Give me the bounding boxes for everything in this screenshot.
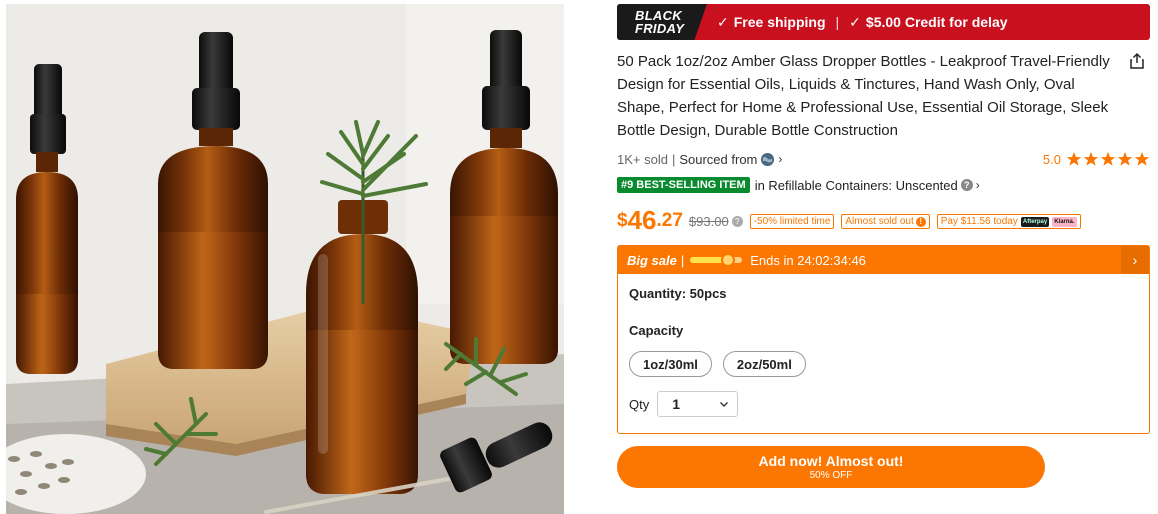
sale-countdown: Ends in 24:02:34:46 [750, 252, 866, 268]
capacity-options: 1oz/30ml 2oz/50ml [629, 351, 1138, 377]
sale-progress-bar [690, 253, 743, 267]
category-link[interactable]: in Refillable Containers: Unscented [755, 178, 958, 193]
big-sale-header[interactable]: Big sale | Ends in 24:02:34:46 › [618, 246, 1149, 274]
check-icon: ✓ [717, 13, 729, 30]
rating-value: 5.0 [1042, 151, 1061, 167]
globe-icon [761, 152, 775, 166]
credit-label: $5.00 Credit for delay [865, 14, 1008, 30]
stock-tag[interactable]: Almost sold out ! [841, 214, 930, 229]
discount-tag: -50% limited time [749, 214, 835, 229]
sale-separator: | [680, 252, 685, 268]
pay-later-tag[interactable]: Pay $11.56 today Afterpay Klarna. [936, 214, 1081, 229]
product-info-panel: BLACK FRIDAY ✓ Free shipping | ✓ $5.00 C… [617, 4, 1150, 488]
bestseller-badge: #9 BEST-SELLING ITEM [617, 177, 750, 193]
title-row: 50 Pack 1oz/2oz Amber Glass Dropper Bott… [617, 50, 1150, 142]
promo-banner[interactable]: BLACK FRIDAY ✓ Free shipping | ✓ $5.00 C… [617, 4, 1150, 40]
original-price: $93.00 [688, 214, 729, 229]
current-price: $ 46 .27 [617, 206, 683, 234]
qty-row: Qty 1 [629, 391, 1138, 417]
black-friday-line2: FRIDAY [635, 21, 685, 36]
big-sale-label: Big sale [627, 252, 677, 268]
star-icon [1134, 152, 1150, 166]
bestseller-row[interactable]: #9 BEST-SELLING ITEM in Refillable Conta… [617, 176, 1150, 194]
promo-separator: | [835, 14, 840, 30]
stock-tag-label: Almost sold out [845, 216, 914, 227]
credit-item: ✓ $5.00 Credit for delay [849, 14, 1007, 31]
question-icon[interactable]: ? [960, 179, 973, 191]
qty-select[interactable]: 1 [657, 391, 739, 417]
product-photo-illustration [6, 4, 564, 514]
free-shipping-label: Free shipping [733, 14, 826, 30]
alert-icon: ! [915, 216, 926, 227]
sold-count: 1K+ sold [617, 151, 668, 167]
chevron-right-icon[interactable]: › [976, 178, 980, 192]
black-friday-badge: BLACK FRIDAY [617, 4, 707, 40]
sourced-from-link[interactable]: Sourced from [679, 152, 757, 167]
add-to-cart-label: Add now! Almost out! [758, 452, 904, 469]
meta-separator: | [671, 151, 676, 167]
star-icon [1083, 152, 1099, 166]
chevron-right-icon[interactable]: › [778, 152, 782, 166]
star-rating [1065, 151, 1150, 167]
sale-progress-knob [720, 253, 735, 267]
qty-value: 1 [672, 396, 681, 412]
price-row: $ 46 .27 $93.00 ? -50% limited time Almo… [617, 204, 1150, 234]
free-shipping-item: ✓ Free shipping [717, 14, 826, 31]
product-title: 50 Pack 1oz/2oz Amber Glass Dropper Bott… [617, 53, 1110, 139]
afterpay-logo: Afterpay [1020, 216, 1050, 227]
check-icon: ✓ [849, 13, 861, 30]
product-image[interactable] [6, 4, 564, 514]
add-to-cart-button[interactable]: Add now! Almost out! 50% OFF [617, 446, 1045, 488]
star-icon [1100, 152, 1116, 166]
pay-later-label: Pay $11.56 today [940, 216, 1018, 227]
big-sale-box: Big sale | Ends in 24:02:34:46 › Quantit… [617, 245, 1150, 434]
capacity-label: Capacity [629, 323, 684, 338]
price-currency: $ [617, 210, 628, 231]
add-to-cart-sublabel: 50% OFF [809, 469, 853, 481]
chevron-down-icon [720, 402, 729, 407]
rating[interactable]: 5.0 [1043, 151, 1150, 167]
quantity-label: Quantity: 50pcs [629, 286, 727, 301]
price-decimal: .27 [656, 210, 683, 231]
klarna-logo: Klarna. [1052, 216, 1077, 227]
star-icon [1066, 152, 1082, 166]
share-icon[interactable] [1128, 52, 1146, 70]
price-info-icon[interactable]: ? [731, 216, 743, 227]
capacity-option-1oz[interactable]: 1oz/30ml [629, 351, 712, 377]
capacity-option-2oz[interactable]: 2oz/50ml [722, 351, 806, 377]
chevron-right-icon[interactable]: › [1121, 246, 1149, 274]
sale-options: Quantity: 50pcs Capacity 1oz/30ml 2oz/50… [618, 274, 1149, 429]
meta-row: 1K+ sold | Sourced from › 5.0 [617, 150, 1150, 168]
star-icon [1117, 152, 1133, 166]
qty-label: Qty [629, 396, 650, 412]
price-integer: 46 [627, 205, 657, 235]
